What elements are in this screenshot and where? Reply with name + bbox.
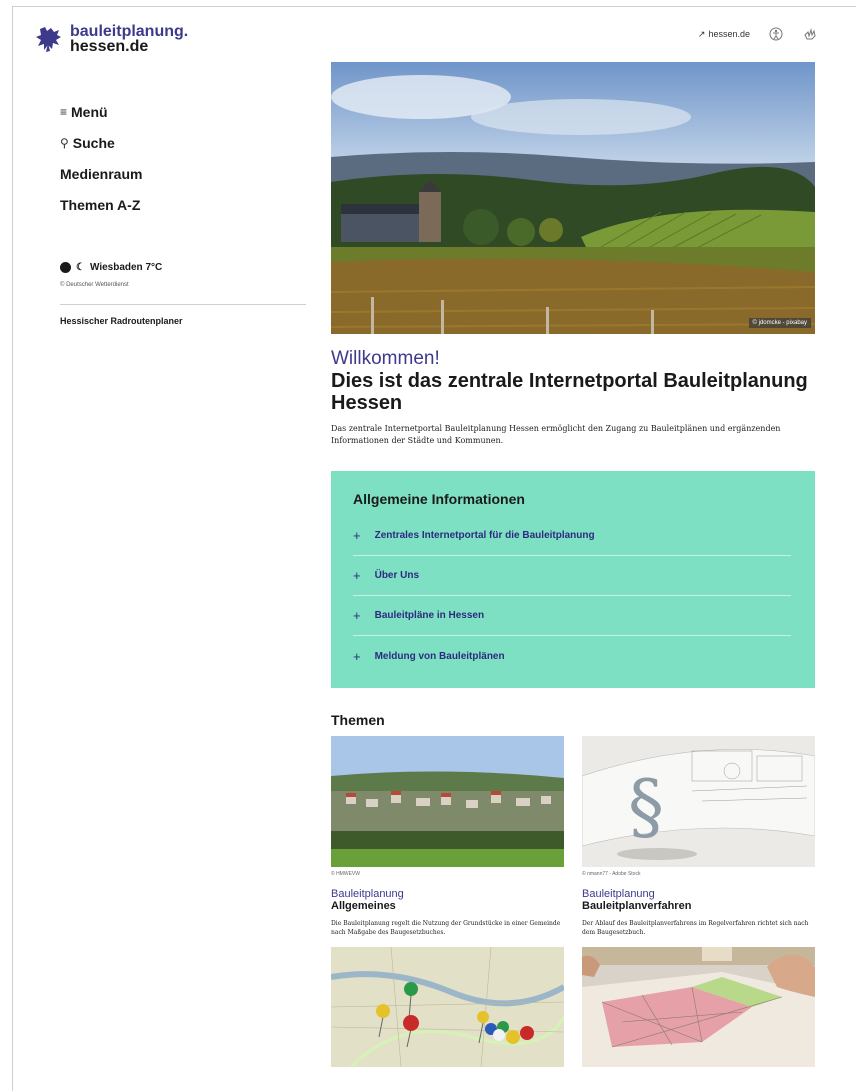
plus-icon: + bbox=[353, 568, 361, 583]
card-image bbox=[331, 947, 564, 1067]
logo-line1: bauleitplanung. bbox=[70, 23, 189, 40]
sidebar-nav: ≡ Menü ⚲ Suche Medienraum Themen A-Z bbox=[60, 104, 306, 228]
welcome-heading: Willkommen! bbox=[331, 348, 440, 369]
intro-text: Das zentrale Internetportal Bauleitplanu… bbox=[331, 424, 781, 445]
theme-card-map[interactable] bbox=[331, 947, 564, 1067]
hamburger-icon: ≡ bbox=[60, 105, 68, 119]
info-accordion: Allgemeine Informationen + Zentrales Int… bbox=[331, 471, 815, 688]
sidebar-item-themen-a-z[interactable]: Themen A-Z bbox=[60, 197, 306, 213]
accordion-label: Über Uns bbox=[374, 570, 420, 581]
themen-heading: Themen bbox=[331, 712, 385, 728]
hessen-de-link[interactable]: ↗ hessen.de bbox=[698, 29, 750, 40]
theme-card-plan[interactable] bbox=[582, 947, 815, 1067]
accordion-label: Zentrales Internetportal für die Bauleit… bbox=[374, 530, 595, 541]
sidebar-item-label: Suche bbox=[72, 135, 115, 151]
plus-icon: + bbox=[353, 528, 361, 543]
sidebar-item-medienraum[interactable]: Medienraum bbox=[60, 166, 306, 182]
hessen-lion-icon bbox=[36, 27, 61, 52]
moon-icon: ☾ bbox=[76, 262, 85, 273]
sidebar-divider bbox=[60, 304, 306, 305]
site-logo[interactable]: bauleitplanung. hessen.de bbox=[34, 23, 189, 55]
page-title: Dies ist das zentrale Internetportal Bau… bbox=[331, 370, 808, 414]
weather-widget[interactable]: ☾ Wiesbaden 7°C bbox=[60, 262, 162, 273]
weather-source: © Deutscher Wetterdienst bbox=[60, 282, 129, 288]
card-image bbox=[331, 736, 564, 867]
sidebar-item-search[interactable]: ⚲ Suche bbox=[60, 135, 306, 151]
themen-cards: © HMWEVW Bauleitplanung Allgemeines Die … bbox=[331, 736, 815, 1067]
card-description: Der Ablauf des Bauleitplanverfahrens im … bbox=[582, 920, 809, 936]
card-title: Allgemeines bbox=[331, 900, 396, 912]
plus-icon: + bbox=[353, 648, 361, 664]
svg-text:§: § bbox=[628, 764, 664, 848]
accordion-item[interactable]: + Über Uns bbox=[353, 556, 791, 596]
sidebar-item-menu[interactable]: ≡ Menü bbox=[60, 104, 306, 120]
weather-text: Wiesbaden 7°C bbox=[89, 262, 163, 273]
sign-language-icon[interactable] bbox=[802, 26, 818, 42]
card-category: Bauleitplanung bbox=[582, 888, 655, 900]
main-content: © jdomcke - pixabay Willkommen! Dies ist… bbox=[331, 62, 815, 1067]
sidebar-item-label: Medienraum bbox=[60, 166, 143, 182]
hero-image-credit: © jdomcke - pixabay bbox=[748, 318, 811, 328]
accordion-label: Bauleitpläne in Hessen bbox=[374, 610, 485, 621]
theme-card-allgemeines[interactable]: © HMWEVW Bauleitplanung Allgemeines Die … bbox=[331, 736, 564, 937]
header-utilities: ↗ hessen.de bbox=[698, 26, 818, 42]
weather-toggle-icon bbox=[60, 262, 71, 273]
info-title: Allgemeine Informationen bbox=[353, 491, 525, 507]
sidebar-item-label: Menü bbox=[71, 104, 108, 120]
card-category: Bauleitplanung bbox=[331, 888, 404, 900]
card-description: Die Bauleitplanung regelt die Nutzung de… bbox=[331, 920, 561, 936]
card-image: § bbox=[582, 736, 815, 867]
external-link-icon: ↗ bbox=[697, 28, 706, 39]
sidebar-item-label: Themen A-Z bbox=[60, 197, 141, 213]
logo-line2: hessen.de bbox=[70, 38, 149, 55]
radroutenplaner-link[interactable]: Hessischer Radroutenplaner bbox=[60, 316, 183, 326]
hero-image: © jdomcke - pixabay bbox=[331, 62, 815, 334]
card-image-credit: © nmann77 - Adobe Stock bbox=[582, 871, 641, 877]
hessen-de-label: hessen.de bbox=[708, 29, 750, 39]
plus-icon: + bbox=[353, 608, 361, 623]
accordion-item[interactable]: + Bauleitpläne in Hessen bbox=[353, 596, 791, 636]
accordion-item[interactable]: + Meldung von Bauleitplänen bbox=[353, 636, 791, 676]
card-image-credit: © HMWEVW bbox=[331, 871, 360, 877]
card-title: Bauleitplanverfahren bbox=[582, 900, 692, 912]
card-image bbox=[582, 947, 815, 1067]
theme-card-bauleitplanverfahren[interactable]: § © nmann77 - Adobe Stock Bauleitplanung… bbox=[582, 736, 815, 937]
accordion-item[interactable]: + Zentrales Internetportal für die Baule… bbox=[353, 516, 791, 556]
accordion-label: Meldung von Bauleitplänen bbox=[374, 650, 505, 662]
accessibility-icon[interactable] bbox=[768, 26, 784, 42]
search-icon: ⚲ bbox=[60, 136, 69, 150]
